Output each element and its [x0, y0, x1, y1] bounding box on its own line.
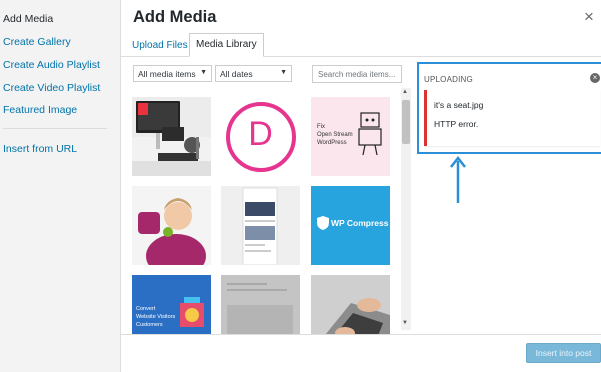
date-value: All dates [220, 69, 253, 79]
thumbnail-wp-compress[interactable]: WP Compress [311, 186, 390, 265]
thumbnail-divi-logo[interactable]: D [221, 97, 300, 176]
scroll-down-icon[interactable]: ▼ [402, 320, 408, 326]
open-stream-line-1: Fix [317, 124, 325, 130]
scrollbar-thumb[interactable] [402, 100, 410, 144]
thumbnail-open-stream[interactable]: Fix Open Stream WordPress [311, 97, 390, 176]
upload-file-name: it's a seat.jpg [434, 100, 484, 110]
convert-line-3: Customers [136, 322, 163, 328]
media-grid: D Fix Open Stream WordPress WP Compress … [121, 88, 401, 334]
desk-photo-image [132, 97, 211, 176]
media-sidebar: Add Media Create Gallery Create Audio Pl… [0, 0, 121, 372]
robot-sketch-icon [358, 112, 382, 156]
close-icon[interactable]: × [584, 8, 594, 25]
shield-icon [317, 216, 329, 230]
search-placeholder: Search media items... [318, 70, 396, 79]
open-stream-text: Fix Open Stream WordPress [317, 123, 353, 147]
divi-letter: D [248, 115, 273, 153]
media-type-value: All media items [138, 69, 196, 79]
sidebar-item-add-media[interactable]: Add Media [3, 13, 53, 25]
thumbnail-desk-computer[interactable] [132, 97, 211, 176]
sidebar-item-insert-from-url[interactable]: Insert from URL [3, 143, 77, 155]
search-input[interactable]: Search media items... [312, 65, 402, 83]
date-select[interactable]: All dates ▼ [215, 65, 292, 82]
open-stream-line-2: Open Stream [317, 132, 353, 138]
thumbnail-phone-screenshot[interactable] [221, 186, 300, 265]
insert-into-post-button[interactable]: Insert into post [526, 343, 601, 363]
sidebar-item-featured-image[interactable]: Featured Image [3, 104, 77, 116]
chevron-down-icon: ▼ [280, 69, 287, 76]
modal-title: Add Media [133, 8, 217, 26]
convert-line-1: Convert [136, 306, 156, 312]
convert-graphic-icon [180, 297, 204, 327]
thumbnail-yoast[interactable] [132, 186, 211, 265]
upload-error-notice [424, 90, 600, 146]
thumbnail-convert-visitors[interactable]: Convert Website Visitors Customers [132, 275, 211, 334]
grey-screenshot-image [221, 275, 300, 334]
sidebar-divider [3, 128, 107, 129]
open-stream-line-3: WordPress [317, 140, 347, 146]
yoast-character-image [132, 186, 211, 265]
upload-error-message: HTTP error. [434, 119, 479, 129]
thumbnail-grey-screenshot[interactable] [221, 275, 300, 334]
phone-screenshot-image [221, 186, 300, 265]
dismiss-icon[interactable]: × [590, 73, 600, 83]
convert-line-2: Website Visitors [136, 314, 176, 320]
media-type-select[interactable]: All media items ▼ [133, 65, 212, 82]
sidebar-item-create-gallery[interactable]: Create Gallery [3, 36, 71, 48]
laptop-hands-image [311, 275, 390, 334]
convert-visitors-text: Convert Website Visitors Customers [136, 305, 175, 329]
wp-compress-text: WP Compress [331, 218, 389, 228]
up-arrow-icon [450, 155, 466, 203]
tab-upload-files[interactable]: Upload Files [126, 35, 194, 57]
tab-media-library[interactable]: Media Library [189, 33, 264, 57]
sidebar-item-create-video-playlist[interactable]: Create Video Playlist [3, 82, 100, 94]
sidebar-item-create-audio-playlist[interactable]: Create Audio Playlist [3, 59, 100, 71]
chevron-down-icon: ▼ [200, 69, 207, 76]
thumbnail-laptop-hands[interactable] [311, 275, 390, 334]
uploading-heading: UPLOADING [424, 75, 473, 84]
scroll-up-icon[interactable]: ▲ [402, 89, 408, 95]
